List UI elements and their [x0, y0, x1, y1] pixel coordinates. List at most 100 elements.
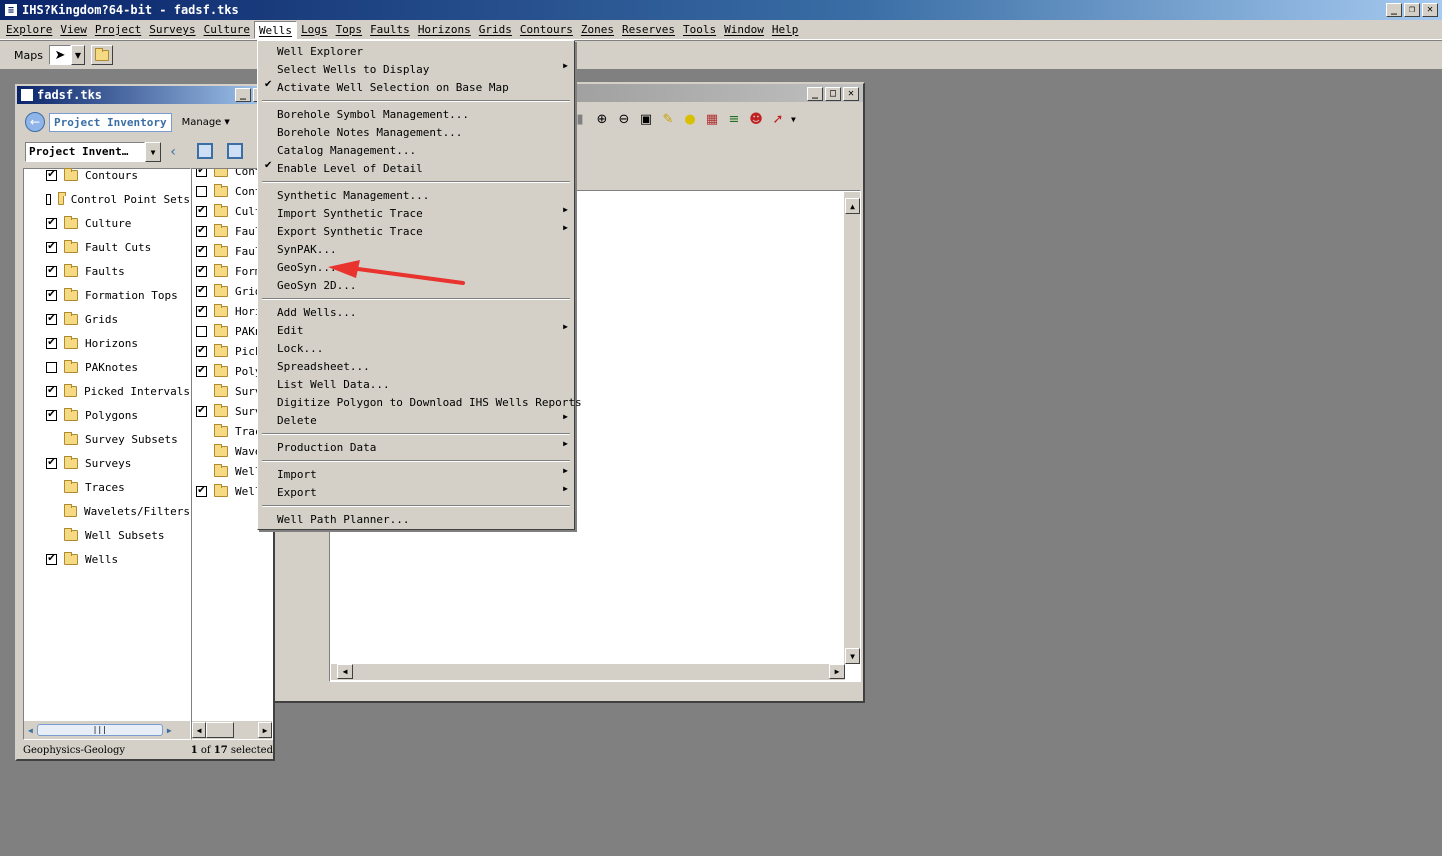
tree-item[interactable]: Survey Subsets — [24, 427, 190, 451]
menu-item-enable-level-of-detail[interactable]: ✔ Enable Level of Detail — [260, 159, 572, 177]
chevron-down-icon[interactable]: ▼ — [145, 142, 161, 162]
people-icon[interactable]: ☻ — [747, 110, 765, 128]
duplicate-icon[interactable] — [227, 143, 243, 159]
tree-item[interactable]: ✔ Wells — [24, 547, 190, 571]
tree-item-checkbox[interactable]: ✔ — [46, 289, 57, 301]
scroll-down-icon[interactable]: ▼ — [845, 648, 860, 664]
menu-item-borehole-notes-management[interactable]: Borehole Notes Management... — [260, 123, 572, 141]
menu-item-delete[interactable]: Delete ▶ — [260, 411, 572, 429]
scroll-left-icon[interactable]: ◀ — [192, 722, 206, 738]
scroll-right-icon[interactable]: ▶ — [258, 722, 272, 738]
minimize-icon[interactable]: _ — [1386, 3, 1402, 17]
menu-contours[interactable]: Contours — [516, 21, 577, 39]
scroll-right-icon[interactable]: ▶ — [163, 726, 176, 735]
back-arrow-icon[interactable]: ← — [25, 112, 45, 132]
scroll-left-icon[interactable]: ◀ — [24, 726, 37, 735]
tree-item-checkbox[interactable]: ✔ — [196, 205, 207, 217]
tree-item-checkbox[interactable]: ✔ — [46, 265, 57, 277]
tree-item[interactable]: Well Subsets — [24, 523, 190, 547]
tree-item[interactable]: Traces — [24, 475, 190, 499]
tree-item-checkbox[interactable]: ✔ — [46, 169, 57, 181]
tree-item-checkbox[interactable]: ✔ — [46, 313, 57, 325]
menu-reserves[interactable]: Reserves — [618, 21, 679, 39]
open-folder-icon[interactable] — [90, 45, 113, 65]
tree-item-checkbox[interactable] — [46, 361, 57, 373]
menu-project[interactable]: Project — [91, 21, 145, 39]
menu-item-well-explorer[interactable]: Well Explorer — [260, 42, 572, 60]
tree-item[interactable]: ✔ Horizons — [24, 331, 190, 355]
menu-horizons[interactable]: Horizons — [414, 21, 475, 39]
menu-surveys[interactable]: Surveys — [145, 21, 199, 39]
menu-item-export[interactable]: Export ▶ — [260, 483, 572, 501]
tree-item-checkbox[interactable]: ✔ — [196, 169, 207, 177]
zoom-in-icon[interactable]: ⊕ — [593, 110, 611, 128]
tree-item-checkbox[interactable]: ✔ — [196, 365, 207, 377]
menu-item-well-path-planner[interactable]: Well Path Planner... — [260, 510, 572, 528]
zoom-out-icon[interactable]: ⊖ — [615, 110, 633, 128]
pointer-dropdown[interactable]: ➤ ▼ — [48, 45, 85, 65]
menu-item-borehole-symbol-management[interactable]: Borehole Symbol Management... — [260, 105, 572, 123]
tree-item[interactable]: ✔ Surveys — [24, 451, 190, 475]
minimize-icon[interactable]: _ — [807, 87, 823, 101]
chevron-down-icon[interactable]: ▼ — [70, 45, 85, 65]
scroll-thumb[interactable] — [206, 722, 234, 738]
tree-item-checkbox[interactable]: ✔ — [196, 285, 207, 297]
tree-item-checkbox[interactable]: ✔ — [46, 337, 57, 349]
tree-item[interactable]: ✔ Faults — [24, 259, 190, 283]
tree-item[interactable]: ✔ Culture — [24, 211, 190, 235]
menu-item-list-well-data[interactable]: List Well Data... — [260, 375, 572, 393]
tree-item[interactable]: ✔ Picked Intervals — [24, 379, 190, 403]
tree-item[interactable]: ✔ Polygons — [24, 403, 190, 427]
close-icon[interactable]: ✕ — [1422, 3, 1438, 17]
menu-item-activate-well-selection-on-base-map[interactable]: ✔ Activate Well Selection on Base Map — [260, 78, 572, 96]
manage-menu[interactable]: Manage ▼ — [182, 117, 230, 128]
tree-item[interactable]: Wavelets/Filters — [24, 499, 190, 523]
tree-item-checkbox[interactable] — [196, 325, 207, 337]
tree-item[interactable]: ✔ Contours — [24, 163, 190, 187]
tree-item[interactable]: Control Point Sets — [24, 187, 190, 211]
tree-item[interactable]: ✔ Fault Cuts — [24, 235, 190, 259]
align-icon[interactable]: ≡ — [725, 110, 743, 128]
inventory-combo[interactable]: Project Invent… ▼ — [25, 142, 161, 162]
vertical-scrollbar[interactable]: ▲ ▼ — [844, 192, 860, 664]
menu-item-lock[interactable]: Lock... — [260, 339, 572, 357]
close-icon[interactable]: ✕ — [843, 87, 859, 101]
restore-icon[interactable]: ❐ — [1404, 3, 1420, 17]
menu-help[interactable]: Help — [768, 21, 803, 39]
horizontal-scrollbar[interactable]: ◀ ▶ — [331, 664, 845, 680]
menu-item-synthetic-management[interactable]: Synthetic Management... — [260, 186, 572, 204]
menu-view[interactable]: View — [56, 21, 91, 39]
collapse-left-icon[interactable]: ‹ — [169, 144, 177, 160]
tree-item-checkbox[interactable]: ✔ — [46, 457, 57, 469]
tree-item[interactable]: ✔ Grids — [24, 307, 190, 331]
menu-item-catalog-management[interactable]: Catalog Management... — [260, 141, 572, 159]
menu-culture[interactable]: Culture — [200, 21, 254, 39]
tree-item-checkbox[interactable]: ✔ — [196, 265, 207, 277]
menu-item-spreadsheet[interactable]: Spreadsheet... — [260, 357, 572, 375]
minimize-icon[interactable]: _ — [235, 88, 251, 102]
pointer-icon[interactable]: ➤ — [48, 45, 71, 65]
tree-item-checkbox[interactable]: ✔ — [46, 385, 57, 397]
menu-item-import-synthetic-trace[interactable]: Import Synthetic Trace ▶ — [260, 204, 572, 222]
maximize-icon[interactable]: □ — [825, 87, 841, 101]
list-hscrollbar[interactable]: ◀ ▶ — [192, 721, 272, 739]
menu-item-production-data[interactable]: Production Data ▶ — [260, 438, 572, 456]
tree-item-checkbox[interactable]: ✔ — [196, 305, 207, 317]
pick-tool-icon[interactable]: ➚ — [769, 110, 787, 128]
annotation-icon[interactable]: ● — [681, 110, 699, 128]
tree-item-checkbox[interactable]: ✔ — [46, 217, 57, 229]
tree-hscrollbar[interactable]: ◀ ||| ▶ — [24, 721, 190, 739]
tree-item-checkbox[interactable]: ✔ — [46, 409, 57, 421]
tree-item-checkbox[interactable]: ✔ — [46, 553, 57, 565]
inventory-combo-value[interactable]: Project Invent… — [25, 142, 145, 162]
menu-tools[interactable]: Tools — [679, 21, 720, 39]
menu-item-export-synthetic-trace[interactable]: Export Synthetic Trace ▶ — [260, 222, 572, 240]
tree-item-checkbox[interactable]: ✔ — [196, 485, 207, 497]
project-inventory-tab[interactable]: Project Inventory — [49, 112, 172, 132]
ruler-icon[interactable]: ✎ — [659, 110, 677, 128]
tree-item[interactable]: PAKnotes — [24, 355, 190, 379]
menu-zones[interactable]: Zones — [577, 21, 618, 39]
menu-item-digitize-polygon-to-download-ihs-wells-reports[interactable]: Digitize Polygon to Download IHS Wells R… — [260, 393, 582, 411]
tree-item-checkbox[interactable]: ✔ — [196, 245, 207, 257]
tree-item-checkbox[interactable]: ✔ — [196, 405, 207, 417]
